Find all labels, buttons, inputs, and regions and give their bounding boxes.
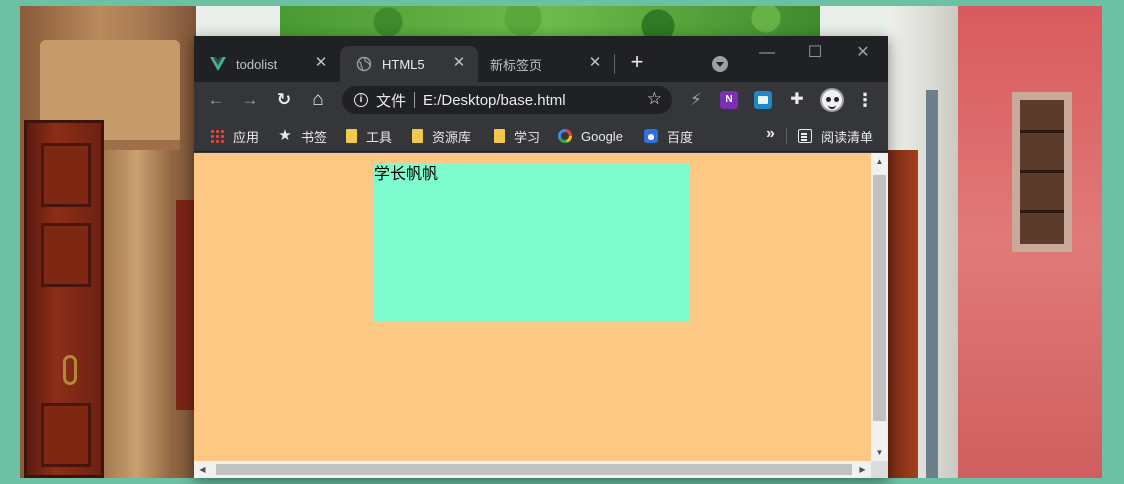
content-box: 学长帆帆 (374, 163, 690, 321)
horizontal-scroll-thumb[interactable] (216, 464, 852, 475)
tab-title: HTML5 (382, 56, 425, 72)
bookmark-label: 资源库 (432, 129, 472, 145)
site-info-icon[interactable]: i (354, 93, 368, 107)
vue-icon (210, 57, 226, 71)
bookmark-label: 工具 (366, 129, 393, 145)
folder-icon (412, 129, 423, 143)
bookmarks-separator (786, 128, 787, 144)
address-divider (414, 92, 416, 108)
reader-extension-icon[interactable] (754, 91, 772, 109)
tab-close-button[interactable]: ✕ (586, 54, 604, 72)
onenote-extension-icon[interactable]: N (720, 91, 738, 109)
scheme-label: 文件 (376, 92, 407, 110)
browser-window: todolist ✕ HTML5 ✕ 新标签页 ✕ + — ☐ ✕ ← → ↻ … (194, 36, 888, 478)
tab-search-icon[interactable] (712, 56, 728, 72)
reload-button[interactable]: ↻ (272, 88, 296, 112)
reading-list-button[interactable]: 阅读清单 (798, 126, 873, 146)
bookmark-folder-study[interactable]: 学习 (494, 126, 540, 146)
bookmarks-bar: 应用 ★ 书签 工具 资源库 学习 Google 百度 » 阅读清单 (194, 118, 888, 152)
scrollbar-corner (871, 461, 888, 478)
maximize-button[interactable]: ☐ (792, 40, 838, 66)
bookmark-star-icon[interactable]: ☆ (647, 89, 662, 109)
globe-icon (356, 56, 372, 72)
tab-separator (614, 54, 615, 74)
bookmark-baidu[interactable]: 百度 (644, 126, 693, 146)
google-icon (558, 129, 572, 143)
address-bar[interactable]: i 文件 E:/Desktop/base.html ☆ (342, 86, 672, 114)
vertical-scroll-thumb[interactable] (873, 175, 886, 421)
reading-list-label: 阅读清单 (821, 129, 874, 145)
tab-new-tab-page[interactable]: 新标签页 ✕ (478, 46, 614, 82)
tab-close-button[interactable]: ✕ (312, 54, 330, 72)
tab-html5[interactable]: HTML5 ✕ (340, 46, 478, 82)
scroll-up-arrow[interactable]: ▲ (871, 153, 888, 170)
minimize-button[interactable]: — (744, 40, 790, 66)
page-viewport: 学长帆帆 ▲ ▼ ◀ ▶ (194, 153, 888, 478)
new-tab-button[interactable]: + (626, 51, 648, 74)
home-button[interactable]: ⌂ (306, 88, 330, 112)
tab-todolist[interactable]: todolist ✕ (194, 46, 340, 82)
tab-strip: todolist ✕ HTML5 ✕ 新标签页 ✕ + — ☐ ✕ (194, 36, 888, 82)
bookmark-google[interactable]: Google (558, 126, 623, 146)
scroll-right-arrow[interactable]: ▶ (854, 461, 871, 478)
folder-icon (346, 129, 357, 143)
bookmark-label: 书签 (301, 129, 328, 145)
bookmark-label: 百度 (667, 129, 694, 145)
reading-list-icon (798, 129, 812, 143)
tab-title: todolist (236, 56, 278, 72)
forward-button[interactable]: → (238, 88, 262, 112)
bolt-extension-icon[interactable]: ⚡ (684, 88, 708, 112)
tab-title: 新标签页 (490, 57, 543, 73)
horizontal-scrollbar[interactable]: ◀ ▶ (194, 461, 871, 478)
more-bookmarks-button[interactable]: » (766, 125, 775, 143)
scroll-down-arrow[interactable]: ▼ (871, 444, 888, 461)
browser-menu-button[interactable]: ⋮ (856, 88, 874, 112)
close-window-button[interactable]: ✕ (840, 40, 886, 66)
profile-avatar[interactable] (820, 88, 844, 112)
bookmark-apps[interactable]: 应用 (210, 126, 259, 146)
tab-close-button[interactable]: ✕ (450, 54, 468, 72)
folder-icon (494, 129, 505, 143)
baidu-icon (644, 129, 658, 143)
browser-toolbar: ← → ↻ ⌂ i 文件 E:/Desktop/base.html ☆ ⚡ N … (194, 82, 888, 118)
bookmark-label: Google (581, 128, 623, 144)
bookmark-label: 应用 (233, 129, 260, 145)
bookmark-folder-resources[interactable]: 资源库 (412, 126, 471, 146)
back-button[interactable]: ← (204, 88, 228, 112)
star-icon: ★ (278, 127, 292, 144)
bookmark-folder-tools[interactable]: 工具 (346, 126, 392, 146)
vertical-scrollbar[interactable]: ▲ ▼ (871, 153, 888, 461)
scroll-left-arrow[interactable]: ◀ (194, 461, 211, 478)
url-text[interactable]: E:/Desktop/base.html (423, 92, 566, 109)
extensions-puzzle-icon[interactable]: ✚ (788, 91, 806, 109)
bookmark-label: 学习 (514, 129, 541, 145)
apps-grid-icon (210, 129, 224, 143)
bookmark-bookmarks[interactable]: ★ 书签 (278, 126, 327, 146)
